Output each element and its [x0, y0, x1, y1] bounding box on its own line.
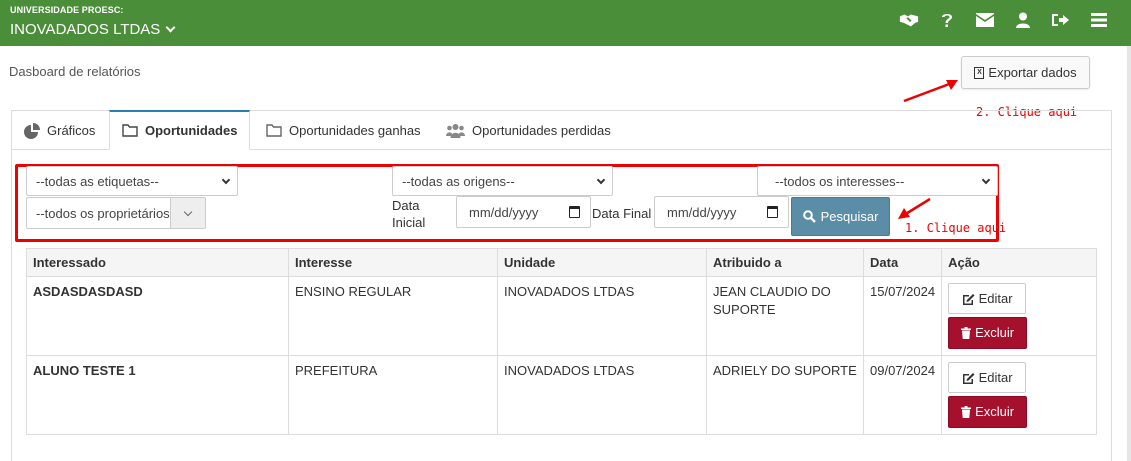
users-icon — [446, 123, 465, 138]
scrollbar[interactable] — [1127, 46, 1131, 461]
org-switcher[interactable]: INOVADADOS LTDAS — [10, 21, 176, 38]
cell-unidade: INOVADADOS LTDAS — [497, 355, 707, 435]
cell-interessado: ASDASDASDASD — [26, 276, 289, 356]
envelope-icon[interactable] — [975, 10, 995, 30]
tab-label: Oportunidades ganhas — [289, 123, 421, 138]
chevron-down-icon — [165, 22, 176, 33]
cell-interesse: ENSINO REGULAR — [288, 276, 498, 356]
date-start-placeholder: mm/dd/yyyy — [469, 204, 539, 220]
cell-unidade: INOVADADOS LTDAS — [497, 276, 707, 356]
tags-select[interactable]: --todas as etiquetas-- — [26, 166, 238, 196]
tab-oportunidades-ganhas[interactable]: Oportunidades ganhas — [254, 111, 433, 150]
column-header[interactable]: Atribuido a — [706, 248, 864, 277]
date-end-input[interactable]: mm/dd/yyyy — [654, 196, 789, 228]
column-header[interactable]: Interessado — [26, 248, 289, 277]
breadcrumb: Dasboard de relatórios — [9, 64, 141, 79]
date-start-label: Data Inicial — [392, 198, 426, 230]
annotation-search-hint: 1. Clique aqui — [905, 221, 1007, 235]
table-header-row: Interessado Interesse Unidade Atribuido … — [26, 248, 1097, 277]
delete-button[interactable]: Excluir — [948, 317, 1028, 349]
interests-select[interactable]: --todos os interesses-- — [757, 166, 998, 196]
edit-button[interactable]: Editar — [948, 362, 1027, 393]
annotation-arrow-search — [898, 197, 931, 219]
cell-interesse: PREFEITURA — [288, 355, 498, 435]
column-header: Ação — [941, 248, 1097, 277]
tags-select-value: --todas as etiquetas-- — [36, 173, 159, 189]
tab-label: Oportunidades — [145, 123, 238, 138]
tab-label: Oportunidades perdidas — [472, 123, 611, 138]
cell-data: 09/07/2024 — [862, 355, 943, 435]
edit-button[interactable]: Editar — [948, 283, 1027, 314]
interests-select-value: --todos os interesses-- — [775, 173, 905, 189]
trash-icon — [961, 327, 972, 339]
tab-graficos[interactable]: Gráficos — [12, 111, 107, 150]
tab-oportunidades[interactable]: Oportunidades — [109, 110, 251, 150]
column-header[interactable]: Unidade — [497, 248, 707, 277]
delete-button-label: Excluir — [975, 404, 1015, 419]
chevron-down-icon — [981, 175, 991, 185]
edit-icon — [962, 293, 975, 305]
calendar-icon[interactable] — [569, 206, 580, 218]
column-header[interactable]: Interesse — [288, 248, 498, 277]
cell-acao: Editar Excluir — [941, 276, 1097, 356]
trash-icon — [961, 406, 972, 418]
delete-button[interactable]: Excluir — [948, 396, 1028, 428]
table-row: ASDASDASDASD ENSINO REGULAR INOVADADOS L… — [26, 276, 1097, 356]
date-start-input[interactable]: mm/dd/yyyy — [456, 196, 591, 228]
cell-data: 15/07/2024 — [862, 276, 943, 356]
org-label: UNIVERSIDADE PROESC: — [10, 5, 124, 15]
sign-out-icon[interactable] — [1051, 10, 1071, 30]
tab-bar: Gráficos Oportunidades Oportunidades gan… — [12, 110, 1111, 150]
tab-label: Gráficos — [47, 123, 96, 138]
date-end-placeholder: mm/dd/yyyy — [667, 204, 737, 220]
cell-acao: Editar Excluir — [941, 355, 1097, 435]
edit-button-label: Editar — [978, 369, 1013, 385]
search-button-label: Pesquisar — [820, 209, 879, 224]
search-icon — [802, 210, 816, 223]
search-button[interactable]: Pesquisar — [791, 197, 890, 236]
menu-icon[interactable] — [1089, 10, 1109, 30]
chevron-down-icon — [183, 207, 193, 216]
edit-icon — [962, 372, 975, 384]
calendar-icon[interactable] — [767, 206, 778, 218]
origins-select[interactable]: --todas as origens-- — [392, 166, 613, 196]
handshake-icon[interactable] — [899, 10, 919, 30]
file-excel-icon: X — [974, 66, 985, 79]
folder-icon — [122, 124, 138, 137]
tab-oportunidades-perdidas[interactable]: Oportunidades perdidas — [434, 111, 623, 150]
owners-select-toggle[interactable] — [170, 198, 205, 228]
folder-icon — [266, 124, 282, 137]
export-button[interactable]: X Exportar dados — [961, 56, 1090, 89]
user-icon[interactable] — [1013, 10, 1033, 30]
annotation-arrow-export — [903, 80, 958, 103]
opportunities-table: Interessado Interesse Unidade Atribuido … — [26, 248, 1097, 435]
owners-select[interactable]: --todos os proprietários — [26, 197, 206, 229]
origins-select-value: --todas as origens-- — [402, 173, 515, 189]
help-icon[interactable] — [937, 10, 957, 30]
top-navbar: UNIVERSIDADE PROESC: INOVADADOS LTDAS — [0, 0, 1131, 46]
delete-button-label: Excluir — [975, 325, 1015, 340]
edit-button-label: Editar — [978, 290, 1013, 306]
table-row: ALUNO TESTE 1 PREFEITURA INOVADADOS LTDA… — [26, 355, 1097, 435]
column-header[interactable]: Data — [862, 248, 943, 277]
cell-atribuido: ADRIELY DO SUPORTE — [706, 355, 864, 435]
date-end-label: Data Final — [592, 206, 652, 221]
cell-atribuido: JEAN CLAUDIO DO SUPORTE — [706, 276, 864, 356]
export-button-label: Exportar dados — [988, 65, 1077, 80]
org-name: INOVADADOS LTDAS — [10, 21, 161, 38]
chevron-down-icon — [221, 175, 231, 185]
owners-select-value: --todos os proprietários — [36, 205, 170, 221]
chevron-down-icon — [596, 175, 606, 185]
pie-chart-icon — [24, 122, 40, 139]
cell-interessado: ALUNO TESTE 1 — [26, 355, 289, 435]
